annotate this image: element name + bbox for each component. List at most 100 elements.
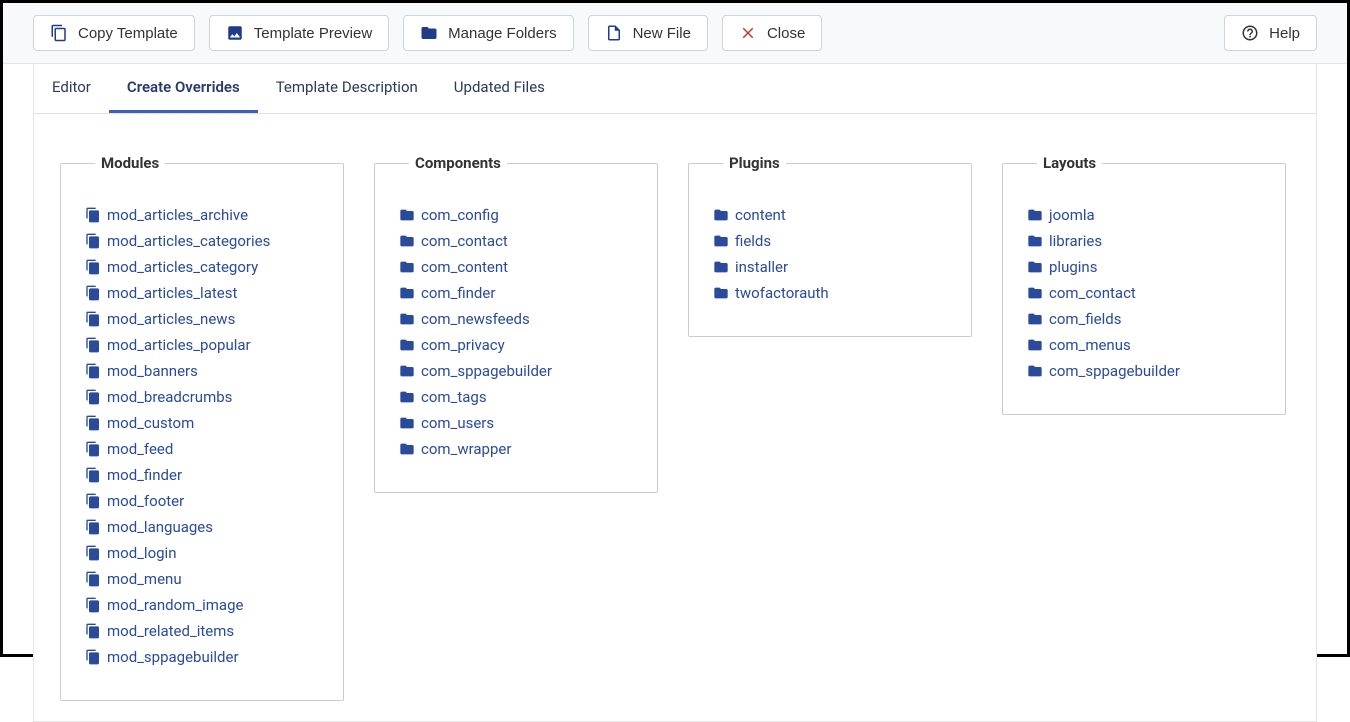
list-item: com_config xyxy=(399,202,633,228)
override-link[interactable]: com_sppagebuilder xyxy=(421,359,552,383)
override-link[interactable]: mod_random_image xyxy=(107,593,243,617)
tab-template-description[interactable]: Template Description xyxy=(258,64,436,113)
copy-icon xyxy=(50,24,68,42)
group-layouts-title: Layouts xyxy=(1037,154,1102,172)
help-button[interactable]: Help xyxy=(1224,15,1317,51)
list-item: fields xyxy=(713,228,947,254)
list-item: com_sppagebuilder xyxy=(399,358,633,384)
override-link[interactable]: mod_menu xyxy=(107,567,182,591)
folder-icon xyxy=(399,415,415,431)
override-link[interactable]: com_newsfeeds xyxy=(421,307,530,331)
list-item: mod_articles_categories xyxy=(85,228,319,254)
manage-folders-label: Manage Folders xyxy=(448,25,556,42)
override-link[interactable]: com_finder xyxy=(421,281,495,305)
override-link[interactable]: mod_languages xyxy=(107,515,213,539)
template-preview-button[interactable]: Template Preview xyxy=(209,15,389,51)
override-link[interactable]: mod_articles_categories xyxy=(107,229,270,253)
override-link[interactable]: com_tags xyxy=(421,385,487,409)
override-link[interactable]: mod_feed xyxy=(107,437,173,461)
override-link[interactable]: mod_footer xyxy=(107,489,184,513)
manage-folders-button[interactable]: Manage Folders xyxy=(403,15,573,51)
override-link[interactable]: installer xyxy=(735,255,788,279)
override-link[interactable]: com_config xyxy=(421,203,499,227)
list-item: com_sppagebuilder xyxy=(1027,358,1261,384)
group-components: Components com_configcom_contactcom_cont… xyxy=(374,154,658,493)
tab-create-overrides[interactable]: Create Overrides xyxy=(109,64,258,113)
override-link[interactable]: com_menus xyxy=(1049,333,1131,357)
folder-icon xyxy=(399,389,415,405)
copy-icon xyxy=(85,597,101,613)
copy-template-button[interactable]: Copy Template xyxy=(33,15,195,51)
close-button[interactable]: Close xyxy=(722,15,822,51)
folder-icon xyxy=(399,337,415,353)
folder-icon xyxy=(399,207,415,223)
copy-icon xyxy=(85,519,101,535)
group-modules: Modules mod_articles_archivemod_articles… xyxy=(60,154,344,701)
override-link[interactable]: com_sppagebuilder xyxy=(1049,359,1180,383)
override-link[interactable]: mod_related_items xyxy=(107,619,234,643)
list-item: installer xyxy=(713,254,947,280)
override-link[interactable]: com_fields xyxy=(1049,307,1121,331)
override-link[interactable]: mod_articles_news xyxy=(107,307,235,331)
folder-icon xyxy=(399,311,415,327)
override-link[interactable]: content xyxy=(735,203,786,227)
list-item: libraries xyxy=(1027,228,1261,254)
copy-template-label: Copy Template xyxy=(78,25,178,42)
copy-icon xyxy=(85,571,101,587)
tabs: Editor Create Overrides Template Descrip… xyxy=(34,64,1316,114)
folder-icon xyxy=(1027,233,1043,249)
override-link[interactable]: fields xyxy=(735,229,771,253)
folder-icon xyxy=(399,441,415,457)
override-link[interactable]: mod_banners xyxy=(107,359,198,383)
folder-icon xyxy=(713,285,729,301)
list-item: mod_footer xyxy=(85,488,319,514)
override-link[interactable]: libraries xyxy=(1049,229,1102,253)
override-link[interactable]: mod_articles_archive xyxy=(107,203,248,227)
list-item: com_newsfeeds xyxy=(399,306,633,332)
override-link[interactable]: mod_breadcrumbs xyxy=(107,385,232,409)
override-link[interactable]: twofactorauth xyxy=(735,281,829,305)
override-link[interactable]: com_wrapper xyxy=(421,437,511,461)
folder-icon xyxy=(399,363,415,379)
copy-icon xyxy=(85,363,101,379)
override-link[interactable]: mod_finder xyxy=(107,463,182,487)
override-link[interactable]: mod_articles_popular xyxy=(107,333,251,357)
override-link[interactable]: mod_custom xyxy=(107,411,194,435)
override-link[interactable]: com_users xyxy=(421,411,494,435)
override-link[interactable]: com_contact xyxy=(421,229,508,253)
list-item: com_content xyxy=(399,254,633,280)
list-plugins: contentfieldsinstallertwofactorauth xyxy=(713,202,947,306)
group-components-title: Components xyxy=(409,154,507,172)
tab-updated-files[interactable]: Updated Files xyxy=(436,64,563,113)
group-modules-title: Modules xyxy=(95,154,165,172)
list-item: com_wrapper xyxy=(399,436,633,462)
override-link[interactable]: mod_login xyxy=(107,541,177,565)
copy-icon xyxy=(85,311,101,327)
override-link[interactable]: mod_articles_latest xyxy=(107,281,237,305)
override-link[interactable]: plugins xyxy=(1049,255,1097,279)
help-icon xyxy=(1241,24,1259,42)
list-item: mod_articles_news xyxy=(85,306,319,332)
list-item: mod_random_image xyxy=(85,592,319,618)
list-item: content xyxy=(713,202,947,228)
override-link[interactable]: com_privacy xyxy=(421,333,505,357)
copy-icon xyxy=(85,467,101,483)
override-link[interactable]: joomla xyxy=(1049,203,1095,227)
copy-icon xyxy=(85,545,101,561)
folder-icon xyxy=(713,207,729,223)
override-link[interactable]: mod_articles_category xyxy=(107,255,258,279)
list-item: com_finder xyxy=(399,280,633,306)
tab-editor[interactable]: Editor xyxy=(34,64,109,113)
list-item: mod_sppagebuilder xyxy=(85,644,319,670)
override-link[interactable]: com_content xyxy=(421,255,508,279)
list-item: plugins xyxy=(1027,254,1261,280)
copy-icon xyxy=(85,285,101,301)
new-file-button[interactable]: New File xyxy=(588,15,708,51)
file-icon xyxy=(605,24,623,42)
list-item: com_privacy xyxy=(399,332,633,358)
image-icon xyxy=(226,24,244,42)
list-item: mod_custom xyxy=(85,410,319,436)
override-link[interactable]: com_contact xyxy=(1049,281,1136,305)
override-link[interactable]: mod_sppagebuilder xyxy=(107,645,239,669)
list-item: mod_feed xyxy=(85,436,319,462)
